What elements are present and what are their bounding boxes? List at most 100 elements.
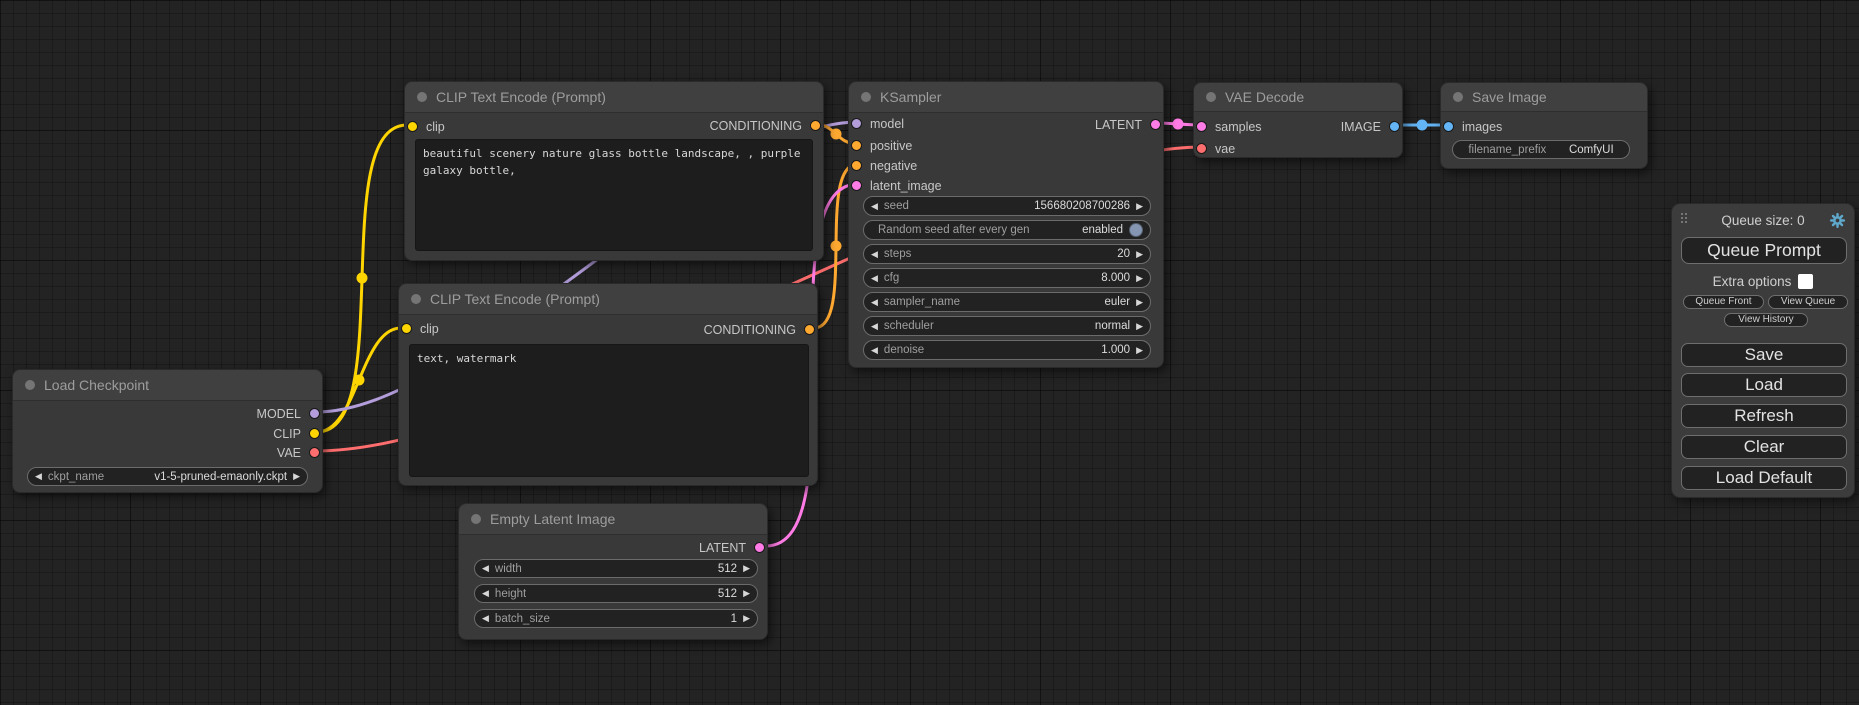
node-graph-canvas[interactable]: Load Checkpoint MODEL CLIP VAE ◀ ckpt_na… [0,0,1859,705]
collapse-dot-icon[interactable] [411,294,421,304]
increment-arrow-icon[interactable]: ▶ [1136,250,1143,259]
latent-port-icon[interactable] [1196,121,1207,132]
input-clip[interactable]: clip [407,120,445,133]
clip-port-icon[interactable] [401,323,412,334]
node-title-bar[interactable]: Load Checkpoint [13,370,322,401]
node-title-bar[interactable]: Empty Latent Image [459,504,767,535]
output-clip[interactable]: CLIP [273,427,320,440]
latent-port-icon[interactable] [1150,119,1161,130]
collapse-dot-icon[interactable] [1206,92,1216,102]
batch-size-widget[interactable]: ◀ batch_size 1 ▶ [474,609,758,628]
decrement-arrow-icon[interactable]: ◀ [871,298,878,307]
toggle-knob-icon[interactable] [1129,223,1143,237]
latent-port-icon[interactable] [754,542,765,553]
input-positive[interactable]: positive [851,139,912,152]
input-model[interactable]: model [851,117,904,130]
vae-port-icon[interactable] [309,447,320,458]
collapse-dot-icon[interactable] [471,514,481,524]
sampler-name-widget[interactable]: ◀ sampler_name euler ▶ [863,292,1151,312]
conditioning-port-icon[interactable] [804,324,815,335]
node-title-bar[interactable]: Save Image [1441,83,1647,112]
vae-port-icon[interactable] [1196,143,1207,154]
output-latent[interactable]: LATENT [699,541,765,554]
increment-arrow-icon[interactable]: ▶ [743,564,750,573]
decrement-arrow-icon[interactable]: ◀ [871,202,878,211]
node-title-bar[interactable]: CLIP Text Encode (Prompt) [399,284,817,315]
seed-widget[interactable]: ◀ seed 156680208700286 ▶ [863,196,1151,216]
height-widget[interactable]: ◀ height 512 ▶ [474,584,758,603]
conditioning-port-icon[interactable] [851,160,862,171]
load-button[interactable]: Load [1681,373,1847,397]
latent-port-icon[interactable] [851,180,862,191]
increment-arrow-icon[interactable]: ▶ [293,472,300,481]
increment-arrow-icon[interactable]: ▶ [743,589,750,598]
denoise-widget[interactable]: ◀ denoise 1.000 ▶ [863,340,1151,360]
load-default-button[interactable]: Load Default [1681,466,1847,490]
input-negative[interactable]: negative [851,159,917,172]
width-widget[interactable]: ◀ width 512 ▶ [474,559,758,578]
node-empty-latent-image[interactable]: Empty Latent Image LATENT ◀ width 512 ▶ … [458,503,768,640]
increment-arrow-icon[interactable]: ▶ [1136,346,1143,355]
node-clip-text-encode-negative[interactable]: CLIP Text Encode (Prompt) clip CONDITION… [398,283,818,486]
input-images[interactable]: images [1443,120,1502,133]
collapse-dot-icon[interactable] [417,92,427,102]
filename-prefix-widget[interactable]: filename_prefix ComfyUI [1452,140,1630,159]
decrement-arrow-icon[interactable]: ◀ [871,274,878,283]
collapse-dot-icon[interactable] [25,380,35,390]
node-save-image[interactable]: Save Image images filename_prefix ComfyU… [1440,82,1648,169]
clear-button[interactable]: Clear [1681,435,1847,459]
output-vae[interactable]: VAE [277,446,320,459]
conditioning-port-icon[interactable] [810,120,821,131]
decrement-arrow-icon[interactable]: ◀ [871,250,878,259]
input-vae[interactable]: vae [1196,142,1235,155]
decrement-arrow-icon[interactable]: ◀ [35,472,42,481]
node-title-bar[interactable]: CLIP Text Encode (Prompt) [405,82,823,113]
node-title-bar[interactable]: VAE Decode [1194,83,1402,112]
model-port-icon[interactable] [851,118,862,129]
prompt-textarea[interactable]: beautiful scenery nature glass bottle la… [415,139,813,251]
scheduler-widget[interactable]: ◀ scheduler normal ▶ [863,316,1151,336]
ckpt-name-widget[interactable]: ◀ ckpt_name v1-5-pruned-emaonly.ckpt ▶ [27,467,308,486]
view-history-button[interactable]: View History [1724,313,1808,327]
image-port-icon[interactable] [1389,121,1400,132]
clip-port-icon[interactable] [309,428,320,439]
node-title-bar[interactable]: KSampler [849,82,1163,113]
decrement-arrow-icon[interactable]: ◀ [482,589,489,598]
settings-gear-icon[interactable] [1829,212,1846,229]
queue-panel[interactable]: Queue size: 0 Queue Prompt Extra options… [1671,203,1855,498]
queue-prompt-button[interactable]: Queue Prompt [1681,237,1847,264]
model-port-icon[interactable] [309,408,320,419]
node-clip-text-encode-positive[interactable]: CLIP Text Encode (Prompt) clip CONDITION… [404,81,824,261]
image-port-icon[interactable] [1443,121,1454,132]
clip-port-icon[interactable] [407,121,418,132]
collapse-dot-icon[interactable] [861,92,871,102]
increment-arrow-icon[interactable]: ▶ [1136,298,1143,307]
decrement-arrow-icon[interactable]: ◀ [871,322,878,331]
refresh-button[interactable]: Refresh [1681,404,1847,428]
node-load-checkpoint[interactable]: Load Checkpoint MODEL CLIP VAE ◀ ckpt_na… [12,369,323,493]
extra-options-checkbox[interactable] [1798,274,1813,289]
prompt-textarea[interactable]: text, watermark [409,344,809,477]
random-seed-toggle-widget[interactable]: Random seed after every gen enabled [863,220,1151,240]
increment-arrow-icon[interactable]: ▶ [1136,202,1143,211]
increment-arrow-icon[interactable]: ▶ [1136,274,1143,283]
input-samples[interactable]: samples [1196,120,1262,133]
output-conditioning[interactable]: CONDITIONING [704,323,815,336]
output-latent[interactable]: LATENT [1095,118,1161,131]
steps-widget[interactable]: ◀ steps 20 ▶ [863,244,1151,264]
queue-front-button[interactable]: Queue Front [1683,295,1764,309]
decrement-arrow-icon[interactable]: ◀ [482,614,489,623]
decrement-arrow-icon[interactable]: ◀ [871,346,878,355]
node-ksampler[interactable]: KSampler model positive negative latent_… [848,81,1164,368]
collapse-dot-icon[interactable] [1453,92,1463,102]
conditioning-port-icon[interactable] [851,140,862,151]
output-model[interactable]: MODEL [257,407,320,420]
decrement-arrow-icon[interactable]: ◀ [482,564,489,573]
output-image[interactable]: IMAGE [1341,120,1400,133]
input-clip[interactable]: clip [401,322,439,335]
increment-arrow-icon[interactable]: ▶ [1136,322,1143,331]
drag-handle-icon[interactable] [1681,213,1689,223]
input-latent-image[interactable]: latent_image [851,179,942,192]
view-queue-button[interactable]: View Queue [1768,295,1848,309]
cfg-widget[interactable]: ◀ cfg 8.000 ▶ [863,268,1151,288]
